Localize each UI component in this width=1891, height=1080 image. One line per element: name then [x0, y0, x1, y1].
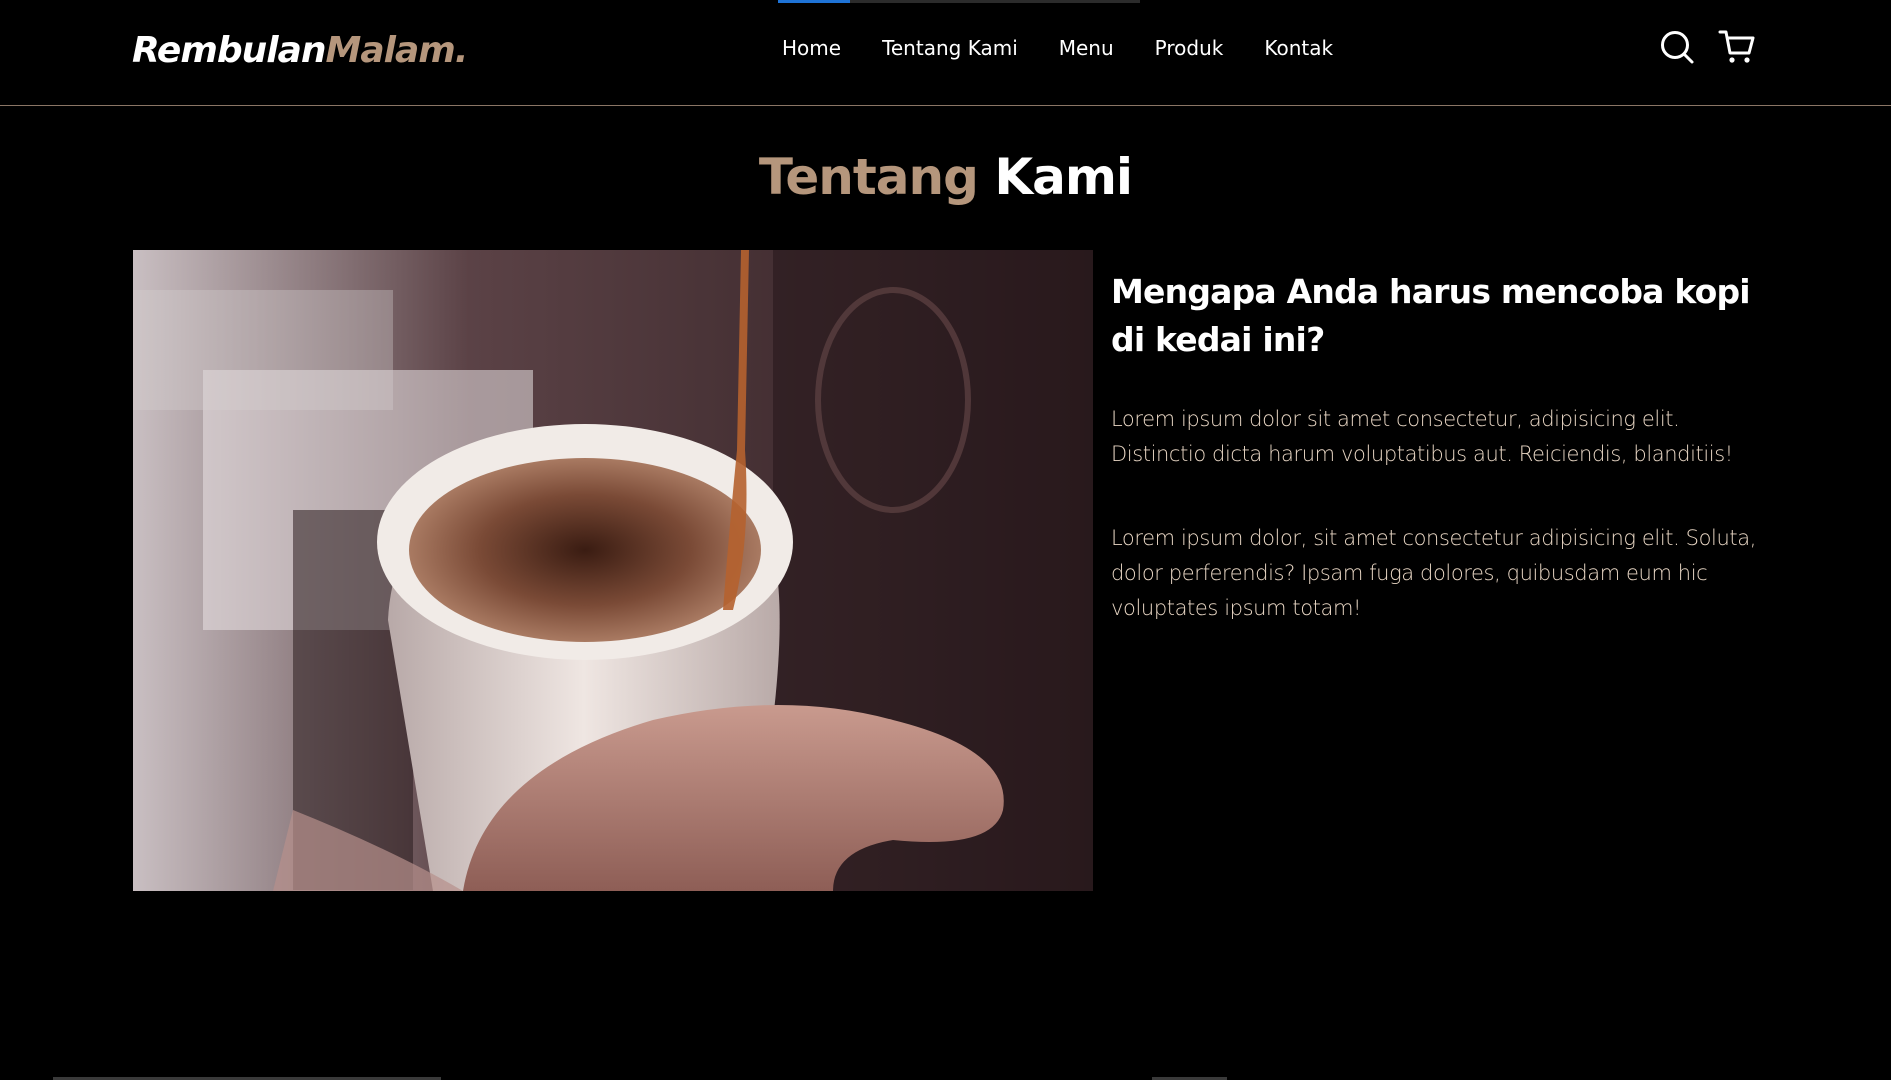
nav-icons [1658, 28, 1756, 66]
page-loading-bar-fill [778, 0, 850, 3]
about-paragraph-2: Lorem ipsum dolor, sit amet consectetur … [1111, 526, 1756, 620]
about-heading: Mengapa Anda harus mencoba kopi di kedai… [1111, 272, 1751, 359]
nav-links: Home Tentang Kami Menu Produk Kontak [782, 36, 1374, 60]
brand-name-part1: Rembulan [132, 30, 327, 71]
nav-link-home[interactable]: Home [782, 36, 841, 60]
shopping-cart-icon[interactable] [1718, 28, 1756, 66]
navbar: RembulanMalam. Home Tentang Kami Menu Pr… [0, 0, 1891, 106]
nav-link-tentang-kami[interactable]: Tentang Kami [882, 36, 1018, 60]
search-icon[interactable] [1658, 28, 1696, 66]
about-content: Mengapa Anda harus mencoba kopi di kedai… [1111, 268, 1761, 626]
section-title-part1: Tentang [758, 148, 979, 206]
brand-name-part2: Malam. [325, 30, 469, 71]
section-title: Tentang Kami [0, 148, 1891, 206]
section-title-part2: Kami [994, 148, 1133, 206]
brand-logo[interactable]: RembulanMalam. [132, 30, 469, 71]
nav-link-menu[interactable]: Menu [1059, 36, 1114, 60]
about-paragraph-1: Lorem ipsum dolor sit amet consectetur, … [1111, 407, 1733, 466]
nav-link-produk[interactable]: Produk [1155, 36, 1224, 60]
nav-link-kontak[interactable]: Kontak [1264, 36, 1333, 60]
coffee-pour-cup-image [133, 250, 1093, 891]
page-loading-bar [778, 0, 1140, 3]
